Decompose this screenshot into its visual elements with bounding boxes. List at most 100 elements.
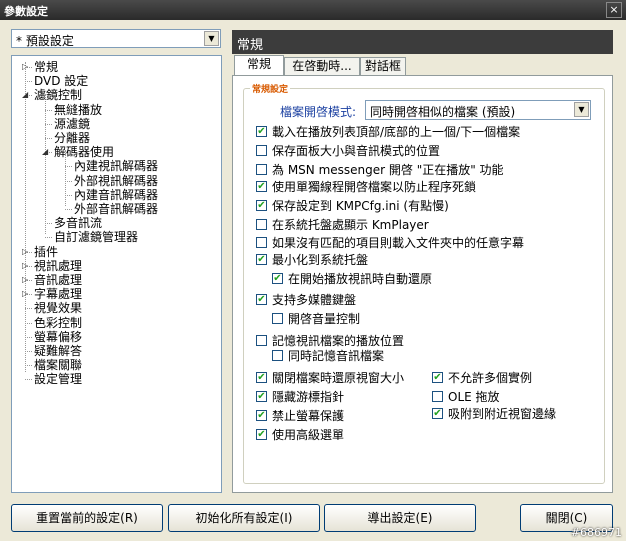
checkbox-label: 支持多媒體鍵盤 [272,293,357,307]
tree-guide-line [25,351,32,352]
open-mode-value: 同時開啓相似的檔案 (預設) [370,105,516,119]
tree-guide-line [45,109,52,111]
tree-guide-line [25,308,32,310]
expand-icon[interactable]: ▷ [22,60,28,74]
tree-item[interactable]: 疑難解答 [34,344,82,358]
tree-item[interactable]: DVD 設定 [34,74,88,88]
tree-item[interactable]: 源濾鏡 [54,117,90,131]
title-bar[interactable]: 參數設定 × [0,0,626,20]
tree-item[interactable]: 視覺效果 [34,301,82,315]
tree-item[interactable]: 檔案關聯 [34,358,82,372]
tree-item[interactable]: 外部音訊解碼器 [74,202,158,216]
checkbox-label: 禁止螢幕保護 [272,409,345,423]
panel-title: 常規 [237,38,264,53]
preset-value: * 預設設定 [16,34,74,48]
checkbox-icon[interactable] [256,145,267,156]
chevron-down-icon[interactable]: ▼ [204,31,219,46]
checkbox-label: 關閉檔案時還原視窗大小 [272,371,405,385]
checkmark-icon[interactable]: ✔ [256,126,267,137]
checkbox-label: 載入在播放列表頂部/底部的上一個/下一個檔案 [272,125,521,139]
settings-window: 參數設定 × * 預設設定 ▼ ▷ 常規 DVD 設定 ◢ 濾鏡控制 無縫播放 源濾鏡 分離器… [0,0,626,541]
tree-item[interactable]: 濾鏡控制 [34,88,82,102]
tree-item[interactable]: 字幕處理 [34,287,82,301]
tree-item[interactable]: 自訂濾鏡管理器 [54,230,138,244]
tree-item[interactable]: 色彩控制 [34,316,82,330]
watermark: #686971 [570,526,622,539]
checkbox-icon[interactable] [432,391,443,402]
tree-item[interactable]: 內建音訊解碼器 [74,188,158,202]
preset-select[interactable]: * 預設設定 ▼ [11,29,221,48]
checkbox-label: 吸附到附近視窗邊緣 [448,407,557,421]
checkbox-icon[interactable] [256,219,267,230]
chevron-down-icon[interactable]: ▼ [574,102,589,117]
tree-guide-line [65,194,72,196]
checkbox-label: OLE 拖放 [448,390,500,404]
checkbox-label: 記憶視訊檔案的播放位置 [272,334,405,348]
tree-guide-line [25,81,32,83]
tree-guide-line [45,138,52,139]
tree-guide-line [25,336,32,338]
checkmark-icon[interactable]: ✔ [256,410,267,421]
checkbox-icon[interactable] [272,350,283,361]
checkbox-label: 使用單獨線程開啓檔案以防止程序死鎖 [272,180,477,194]
tree-item[interactable]: 設定管理 [34,372,82,386]
checkbox-icon[interactable] [256,164,267,175]
export-button[interactable]: 導出設定(E) [324,504,476,532]
checkbox-label: 如果沒有匹配的項目則載入文件夾中的任意字幕 [272,236,525,250]
tree-guide-line [45,123,52,125]
tree-item[interactable]: 螢幕偏移 [34,330,82,344]
checkmark-icon[interactable]: ✔ [256,372,267,383]
tree-item[interactable]: 視訊處理 [34,259,82,273]
expand-icon[interactable]: ▷ [22,273,28,287]
expand-icon[interactable]: ▷ [22,259,28,273]
collapse-icon[interactable]: ◢ [22,88,28,102]
tree-item[interactable]: 外部視訊解碼器 [74,174,158,188]
settings-tree[interactable]: ▷ 常規 DVD 設定 ◢ 濾鏡控制 無縫播放 源濾鏡 分離器 ◢ 解碼器使用 內建視訊解碼器 外部視… [11,55,222,493]
tree-item[interactable]: 多音訊流 [54,216,102,230]
open-mode-select[interactable]: 同時開啓相似的檔案 (預設) ▼ [365,100,591,120]
checkmark-icon[interactable]: ✔ [256,391,267,402]
checkbox-label: 隱藏游標指針 [272,390,345,404]
tree-guide-line [65,209,72,210]
checkmark-icon[interactable]: ✔ [256,254,267,265]
checkbox-label: 使用高級選單 [272,428,345,442]
expand-icon[interactable]: ▷ [22,287,28,301]
tree-item[interactable]: 內建視訊解碼器 [74,159,158,173]
tab-on-startup[interactable]: 在啓動時... [284,57,360,75]
tree-guide-line [25,365,32,367]
checkmark-icon[interactable]: ✔ [272,273,283,284]
checkbox-icon[interactable] [272,313,283,324]
checkmark-icon[interactable]: ✔ [256,294,267,305]
checkmark-icon[interactable]: ✔ [432,408,443,419]
checkbox-label: 保存面板大小與音訊模式的位置 [272,144,441,158]
tree-item[interactable]: 分離器 [54,131,90,145]
checkmark-icon[interactable]: ✔ [432,372,443,383]
checkmark-icon[interactable]: ✔ [256,181,267,192]
reset-button[interactable]: 重置當前的設定(R) [11,504,163,532]
tree-guide-line [25,322,32,324]
tree-guide-line [45,237,52,239]
close-icon[interactable]: × [606,2,622,18]
tree-item[interactable]: 解碼器使用 [54,145,114,159]
checkbox-label: 開啓音量控制 [288,312,361,326]
collapse-icon[interactable]: ◢ [42,145,48,159]
checkbox-label: 同時記憶音訊檔案 [288,349,385,363]
expand-icon[interactable]: ▷ [22,245,28,259]
panel-header: 常規 [232,30,613,54]
checkbox-icon[interactable] [256,237,267,248]
tab-general[interactable]: 常規 [234,55,284,76]
checkbox-label: 為 MSN messenger 開啓 "正在播放" 功能 [272,163,504,177]
checkmark-icon[interactable]: ✔ [256,200,267,211]
checkbox-icon[interactable] [256,335,267,346]
tree-item[interactable]: 常規 [34,60,58,74]
open-mode-label: 檔案開啓模式: [280,105,357,119]
init-all-button[interactable]: 初始化所有設定(I) [168,504,320,532]
tree-guide-line [65,166,72,168]
tree-item[interactable]: 音訊處理 [34,273,82,287]
tab-dialogs[interactable]: 對話框 [360,57,406,75]
tree-item[interactable]: 插件 [34,245,58,259]
tree-item[interactable]: 無縫播放 [54,103,102,117]
checkbox-label: 保存設定到 KMPCfg.ini (有點慢) [272,199,449,213]
window-title: 參數設定 [4,5,48,18]
checkmark-icon[interactable]: ✔ [256,429,267,440]
